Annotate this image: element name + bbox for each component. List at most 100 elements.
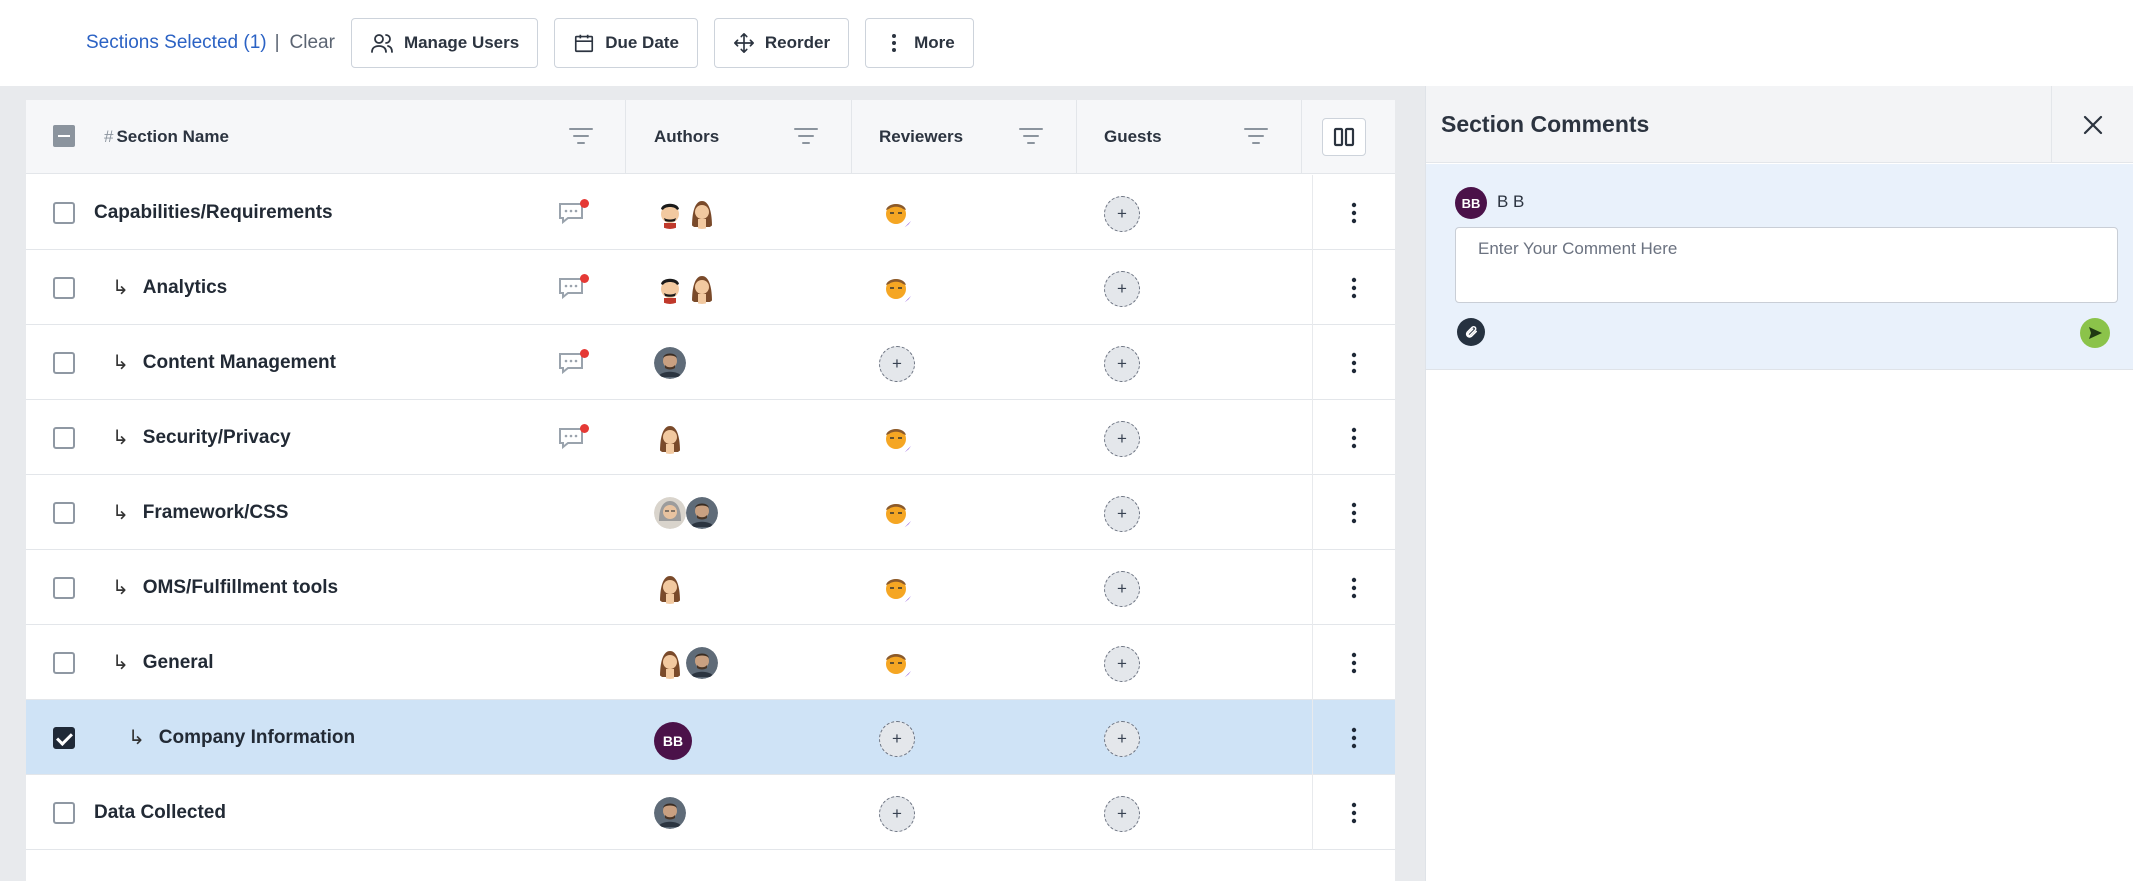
section-name[interactable]: ↳ Framework/CSS (112, 475, 289, 550)
author-avatar[interactable] (654, 797, 686, 829)
author-avatar[interactable] (654, 572, 686, 604)
author-avatar[interactable] (654, 197, 686, 229)
row-actions-button[interactable] (1312, 475, 1395, 550)
reviewer-avatar[interactable] (881, 197, 913, 229)
section-name[interactable]: ↳ OMS/Fulfillment tools (112, 550, 338, 625)
column-divider[interactable] (1076, 100, 1077, 174)
row-checkbox[interactable] (53, 277, 75, 299)
section-name[interactable]: Capabilities/Requirements (94, 175, 333, 250)
reorder-button[interactable]: Reorder (713, 18, 850, 68)
move-icon (733, 33, 754, 53)
add-reviewer-button[interactable]: + (879, 796, 915, 832)
filter-icon[interactable] (1243, 126, 1269, 146)
reviewer-avatar[interactable] (881, 647, 913, 679)
section-name-label: Analytics (142, 276, 228, 298)
author-avatar[interactable] (654, 497, 686, 529)
row-actions-button[interactable] (1312, 250, 1395, 325)
toolbar-separator: | (274, 32, 280, 53)
reviewer-avatar[interactable] (881, 572, 913, 604)
column-divider[interactable] (1301, 100, 1302, 174)
add-guest-button[interactable]: + (1104, 421, 1140, 457)
author-avatar[interactable] (686, 272, 718, 304)
add-reviewer-button[interactable]: + (879, 721, 915, 757)
table-row[interactable]: ↳ Framework/CSS + (26, 475, 1395, 550)
section-name[interactable]: ↳ Security/Privacy (112, 400, 291, 475)
row-checkbox[interactable] (53, 727, 75, 749)
send-icon (2089, 327, 2102, 339)
add-guest-button[interactable]: + (1104, 346, 1140, 382)
row-actions-button[interactable] (1312, 625, 1395, 700)
row-checkbox[interactable] (53, 577, 75, 599)
manage-users-button[interactable]: Manage Users (350, 18, 539, 68)
section-name[interactable]: Data Collected (94, 775, 226, 850)
add-guest-button[interactable]: + (1104, 571, 1140, 607)
table-row[interactable]: ↳ OMS/Fulfillment tools + (26, 550, 1395, 625)
add-guest-button[interactable]: + (1104, 271, 1140, 307)
table-row[interactable]: ↳ Security/Privacy + (26, 400, 1395, 475)
paperclip-icon (1465, 326, 1478, 338)
more-button[interactable]: More (865, 18, 974, 68)
reviewer-avatar[interactable] (881, 497, 913, 529)
author-avatar[interactable]: BB (654, 722, 692, 760)
child-arrow-icon: ↳ (112, 277, 129, 299)
row-actions-button[interactable] (1312, 775, 1395, 850)
column-divider[interactable] (851, 100, 852, 174)
section-name-label: Framework/CSS (142, 501, 289, 523)
row-checkbox[interactable] (53, 652, 75, 674)
author-avatar[interactable] (686, 497, 718, 529)
add-guest-button[interactable]: + (1104, 196, 1140, 232)
comment-input[interactable] (1455, 227, 2118, 303)
column-divider[interactable] (625, 100, 626, 174)
author-avatar[interactable] (654, 647, 686, 679)
author-avatar[interactable] (654, 422, 686, 454)
table-row[interactable]: Data Collected + + (26, 775, 1395, 850)
add-reviewer-button[interactable]: + (879, 346, 915, 382)
table-row[interactable]: ↳ Content Management + + (26, 325, 1395, 400)
section-name[interactable]: ↳ Company Information (128, 700, 355, 775)
section-name[interactable]: ↳ General (112, 625, 214, 700)
author-avatar[interactable] (654, 272, 686, 304)
authors-header: Authors (654, 127, 720, 146)
row-checkbox[interactable] (53, 802, 75, 824)
section-name[interactable]: ↳ Analytics (112, 250, 227, 325)
select-all-checkbox[interactable] (53, 125, 75, 147)
row-actions-button[interactable] (1312, 550, 1395, 625)
send-comment-button[interactable] (2080, 318, 2110, 348)
row-checkbox[interactable] (53, 427, 75, 449)
add-guest-button[interactable]: + (1104, 721, 1140, 757)
filter-icon[interactable] (793, 126, 819, 146)
add-guest-button[interactable]: + (1104, 646, 1140, 682)
child-arrow-icon: ↳ (112, 577, 129, 599)
author-avatar[interactable] (686, 647, 718, 679)
reviewer-avatar[interactable] (881, 272, 913, 304)
due-date-button[interactable]: Due Date (554, 18, 698, 68)
row-actions-button[interactable] (1312, 175, 1395, 250)
author-avatar[interactable] (686, 197, 718, 229)
section-name[interactable]: ↳ Content Management (112, 325, 336, 400)
attach-file-button[interactable] (1457, 318, 1485, 346)
table-row[interactable]: ↳ Company Information BB + + (26, 700, 1395, 775)
row-checkbox[interactable] (53, 502, 75, 524)
more-vertical-icon (1351, 352, 1357, 373)
comment-composer: BB B B (1426, 164, 2133, 370)
reviewer-avatar[interactable] (881, 422, 913, 454)
more-vertical-icon (1351, 277, 1357, 298)
clear-selection-link[interactable]: Clear (290, 32, 335, 54)
column-layout-button[interactable] (1322, 118, 1366, 156)
row-actions-button[interactable] (1312, 400, 1395, 475)
filter-icon[interactable] (568, 126, 594, 146)
add-guest-button[interactable]: + (1104, 496, 1140, 532)
row-checkbox[interactable] (53, 202, 75, 224)
add-guest-button[interactable]: + (1104, 796, 1140, 832)
row-actions-button[interactable] (1312, 700, 1395, 775)
filter-icon[interactable] (1018, 126, 1044, 146)
row-actions-button[interactable] (1312, 325, 1395, 400)
reorder-label: Reorder (764, 33, 831, 52)
table-row[interactable]: Capabilities/Requirements + (26, 175, 1395, 250)
close-panel-button[interactable] (2051, 86, 2133, 163)
more-vertical-icon (892, 34, 897, 52)
table-row[interactable]: ↳ General + (26, 625, 1395, 700)
row-checkbox[interactable] (53, 352, 75, 374)
author-avatar[interactable] (654, 347, 686, 379)
table-row[interactable]: ↳ Analytics + (26, 250, 1395, 325)
